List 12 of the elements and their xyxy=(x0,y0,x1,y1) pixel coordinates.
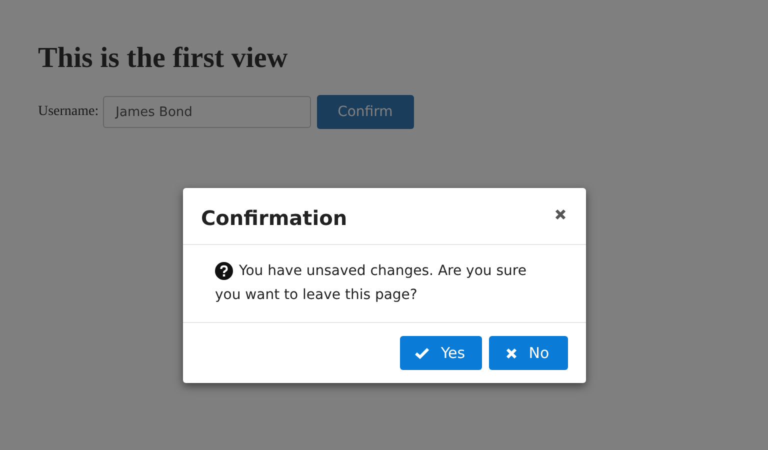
username-label: Username: xyxy=(38,104,99,120)
question-icon xyxy=(215,262,233,280)
page-heading: This is the first view xyxy=(38,42,289,75)
close-icon xyxy=(554,208,566,220)
username-field[interactable]: James Bond xyxy=(102,96,311,128)
check-icon xyxy=(414,347,429,359)
dialog-message: You have unsaved changes. Are you sure you want to leave this page? xyxy=(215,261,528,305)
confirm-button[interactable]: Confirm xyxy=(316,95,414,129)
yes-button[interactable]: Yes xyxy=(400,336,482,370)
no-button[interactable]: No xyxy=(489,336,568,370)
dialog-title: Confirmation xyxy=(201,206,348,230)
x-icon xyxy=(506,348,517,358)
